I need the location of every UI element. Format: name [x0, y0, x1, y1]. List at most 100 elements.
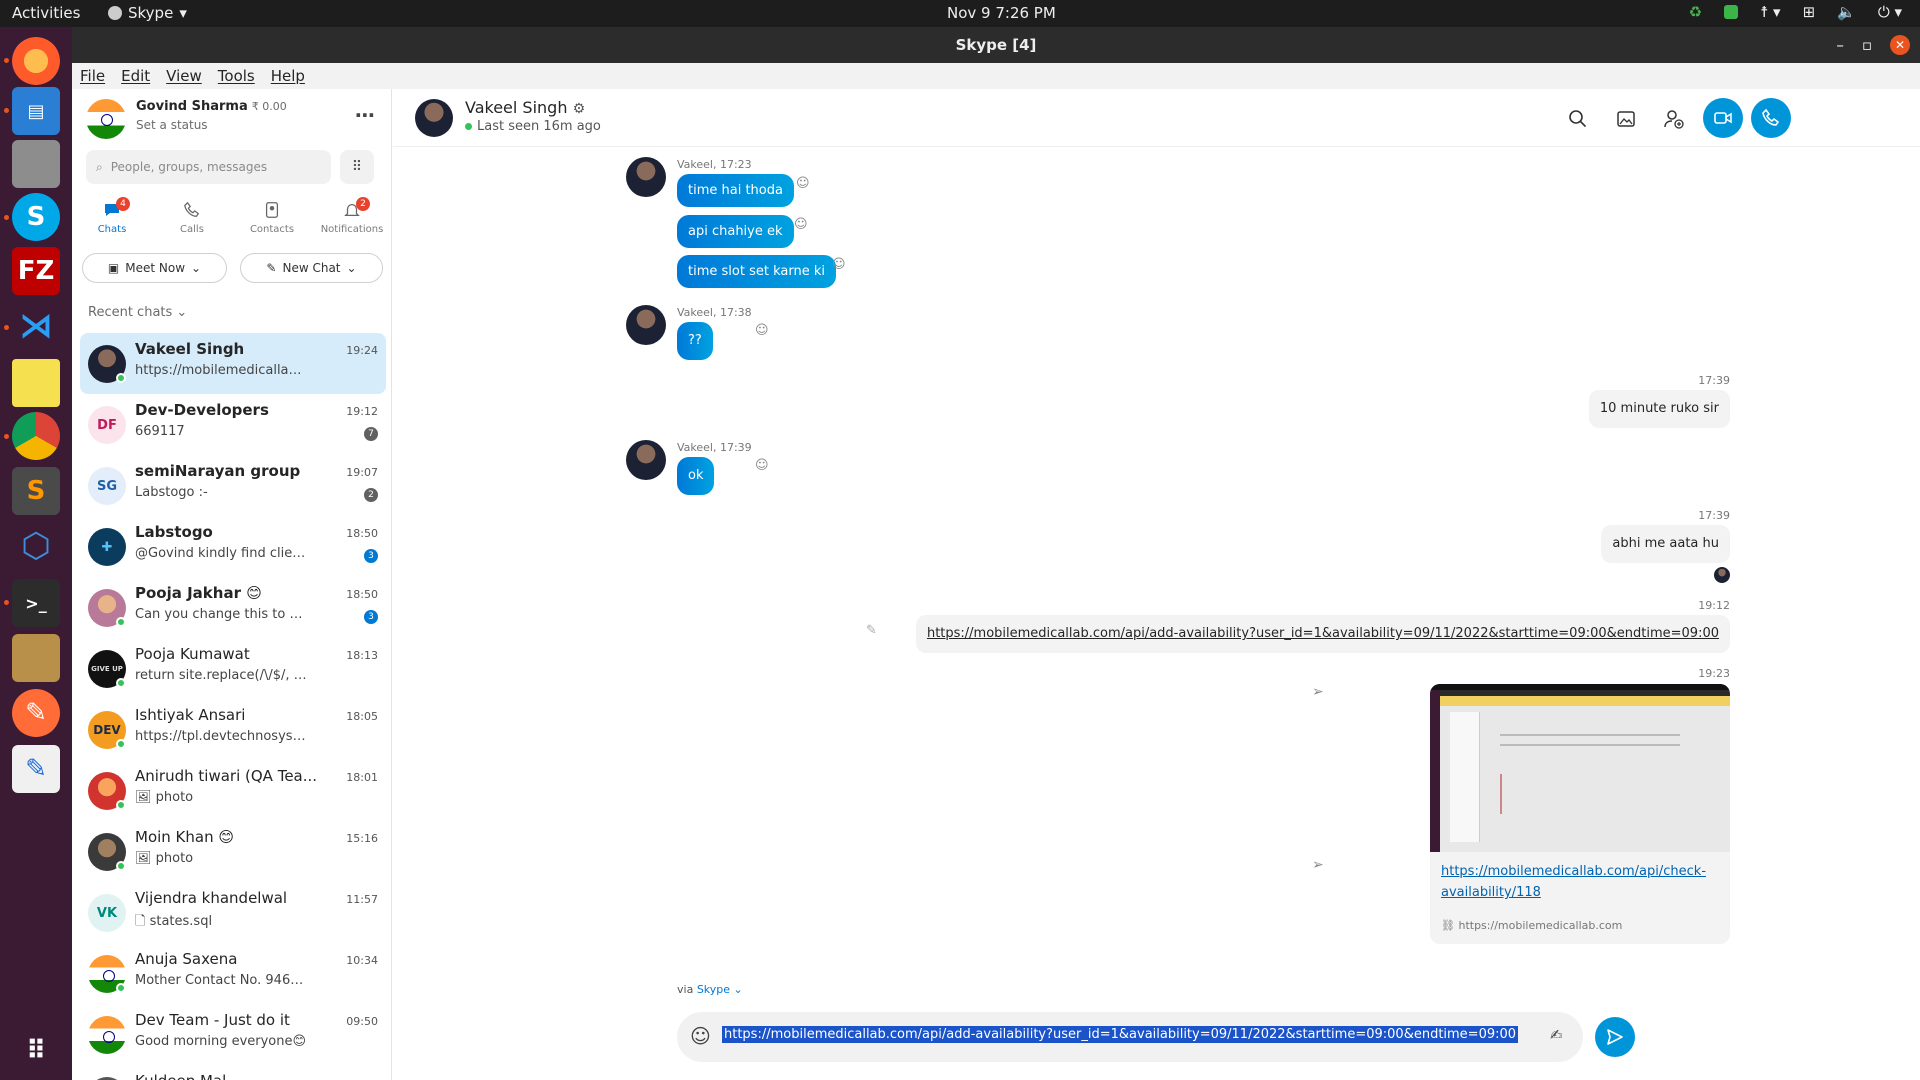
app-menu[interactable]: Skype ▾: [108, 4, 187, 22]
chat-item-kuldeep[interactable]: Kuldeep Mal...: [80, 1065, 386, 1080]
avatar[interactable]: [626, 157, 666, 197]
close-icon[interactable]: ✕: [1890, 35, 1910, 55]
shield-icon[interactable]: [1724, 5, 1739, 19]
status-text[interactable]: Set a status: [136, 118, 287, 132]
chat-item-vakeel-singh[interactable]: Vakeel Singh https://mobilemedicallab.co…: [80, 333, 386, 394]
send-button[interactable]: [1595, 1017, 1635, 1057]
emoji-icon[interactable]: ☺: [690, 1024, 711, 1048]
show-apps-icon[interactable]: ⠿: [12, 1027, 60, 1075]
chat-item-dev-team[interactable]: Dev Team - Just do it Good morning every…: [80, 1004, 386, 1065]
message-bubble[interactable]: api chahiye ek: [677, 215, 794, 248]
meet-now-button[interactable]: ▣ Meet Now ⌄: [82, 253, 227, 283]
writer-icon[interactable]: ▤: [12, 87, 60, 135]
menu-tools[interactable]: Tools: [218, 67, 255, 85]
filezilla-icon[interactable]: FZ: [12, 247, 60, 295]
tab-contacts[interactable]: Contacts: [232, 199, 312, 235]
chat-item-vijendra-khandelwal[interactable]: VK Vijendra khandelwal 🗋 states.sql 11:5…: [80, 882, 386, 943]
recent-chats-header[interactable]: Recent chats ⌄: [88, 305, 187, 320]
volume-icon[interactable]: 🔈: [1837, 3, 1856, 21]
chat-item-seminarayan-group[interactable]: SG semiNarayan group Labstogo :- 19:07 2: [80, 455, 386, 516]
avatar[interactable]: [415, 99, 453, 137]
react-icon[interactable]: ☺: [755, 458, 769, 473]
forward-icon[interactable]: ➢: [1312, 684, 1324, 700]
message-input[interactable]: https://mobilemedicallab.com/api/add-ava…: [722, 1026, 1519, 1043]
menu-help[interactable]: Help: [271, 67, 305, 85]
accessibility-icon[interactable]: ☨ ▾: [1760, 3, 1780, 21]
screenshot-image[interactable]: [1430, 684, 1730, 852]
skype-icon[interactable]: S: [12, 193, 60, 241]
message-bubble[interactable]: abhi me aata hu: [1601, 525, 1730, 563]
message-composer[interactable]: ☺ https://mobilemedicallab.com/api/add-a…: [677, 1012, 1583, 1062]
avatar[interactable]: [626, 305, 666, 345]
chat-item-pooja-kumawat[interactable]: GIVE UP Pooja Kumawat return site.replac…: [80, 638, 386, 699]
new-chat-button[interactable]: ✎ New Chat ⌄: [240, 253, 383, 283]
text-editor-icon[interactable]: ✎: [12, 745, 60, 793]
chat-item-labstogo[interactable]: ✚ Labstogo @Govind kindly find client fe…: [80, 516, 386, 577]
gallery-icon[interactable]: [1608, 101, 1644, 137]
system-tray[interactable]: ♻ ☨ ▾ ⊞ 🔈 ⏻ ▾: [1689, 3, 1902, 21]
unread-badge: 3: [364, 549, 378, 563]
format-icon[interactable]: ✍: [1550, 1026, 1563, 1044]
power-icon[interactable]: ⏻ ▾: [1878, 3, 1902, 21]
react-icon[interactable]: ☺: [755, 323, 769, 338]
message-bubble[interactable]: 10 minute ruko sir: [1588, 390, 1730, 428]
app-icon[interactable]: ⬡: [12, 522, 60, 570]
firefox-icon[interactable]: [12, 37, 60, 85]
react-icon[interactable]: ☺: [796, 176, 810, 191]
tab-notifications[interactable]: 2 Notifications: [312, 197, 391, 235]
minimize-icon[interactable]: –: [1836, 27, 1844, 63]
preview-link[interactable]: https://mobilemedicallab.com/api/check-a…: [1441, 861, 1721, 903]
message-bubble[interactable]: ok: [677, 457, 715, 495]
contact-name[interactable]: Vakeel Singh ⚙: [465, 98, 585, 117]
edit-icon[interactable]: ✎: [866, 623, 877, 638]
window-title-bar[interactable]: Skype [4] – ▫ ✕: [72, 27, 1920, 63]
message-link[interactable]: https://mobilemedicallab.com/api/add-ava…: [915, 615, 1730, 653]
tab-chats[interactable]: 4 Chats: [72, 197, 152, 235]
credit-balance[interactable]: ₹ 0.00: [252, 100, 287, 113]
avatar[interactable]: [86, 99, 126, 139]
search-input[interactable]: ⌕ People, groups, messages: [86, 150, 331, 184]
react-icon[interactable]: ☺: [794, 217, 808, 232]
postman-icon[interactable]: ✎: [12, 689, 60, 737]
activities-button[interactable]: Activities: [12, 4, 80, 22]
chat-item-moin-khan[interactable]: Moin Khan 😊 🖼 photo 15:16: [80, 821, 386, 882]
more-options-icon[interactable]: ⋯: [355, 103, 375, 127]
chevron-down-icon: ⌄: [191, 261, 202, 275]
chat-item-dev-developers[interactable]: DF Dev-Developers 669117 19:12 7: [80, 394, 386, 455]
chat-item-ishtiyak-ansari[interactable]: DEV Ishtiyak Ansari https://tpl.devtechn…: [80, 699, 386, 760]
message-bubble[interactable]: time slot set karne ki: [677, 255, 836, 288]
vscode-icon[interactable]: ⋊: [12, 302, 60, 350]
react-icon[interactable]: ☺: [832, 257, 846, 272]
audio-call-button[interactable]: [1751, 98, 1791, 138]
link-preview-card[interactable]: https://mobilemedicallab.com/api/check-a…: [1430, 684, 1730, 944]
video-call-button[interactable]: [1703, 98, 1743, 138]
profile[interactable]: Govind Sharma ₹ 0.00 Set a status: [86, 99, 287, 139]
avatar[interactable]: [626, 440, 666, 480]
network-icon[interactable]: ⊞: [1803, 3, 1816, 21]
search-icon[interactable]: [1560, 101, 1596, 137]
via-link[interactable]: Skype: [697, 983, 730, 996]
recycle-icon[interactable]: ♻: [1689, 3, 1702, 21]
menu-view[interactable]: View: [166, 67, 202, 85]
message-bubble[interactable]: time hai thoda: [677, 174, 794, 207]
add-people-icon[interactable]: [1656, 101, 1692, 137]
menu-edit[interactable]: Edit: [121, 67, 150, 85]
archive-icon[interactable]: [12, 634, 60, 682]
clock[interactable]: Nov 9 7:26 PM: [947, 4, 1056, 22]
chat-item-pooja-jakhar[interactable]: Pooja Jakhar 😊 Can you change this to sa…: [80, 577, 386, 638]
sticky-notes-icon[interactable]: [12, 359, 60, 407]
dialpad-icon[interactable]: ⠿: [340, 150, 374, 184]
forward-icon[interactable]: ➢: [1312, 857, 1324, 873]
maximize-icon[interactable]: ▫: [1862, 27, 1872, 63]
message-bubble[interactable]: ??: [677, 322, 713, 360]
gear-icon[interactable]: ⚙: [573, 101, 586, 117]
terminal-icon[interactable]: >_: [12, 579, 60, 627]
tab-calls[interactable]: Calls: [152, 199, 232, 235]
menu-file[interactable]: File: [80, 67, 105, 85]
chat-item-anirudh-tiwari[interactable]: Anirudh tiwari (QA Tea... 🖼 photo 18:01: [80, 760, 386, 821]
files-icon[interactable]: [12, 140, 60, 188]
via-skype[interactable]: via Skype ⌄: [677, 983, 743, 996]
sublime-text-icon[interactable]: S: [12, 467, 60, 515]
chat-item-anuja-saxena[interactable]: Anuja Saxena Mother Contact No. 94603953…: [80, 943, 386, 1004]
chrome-icon[interactable]: [12, 412, 60, 460]
